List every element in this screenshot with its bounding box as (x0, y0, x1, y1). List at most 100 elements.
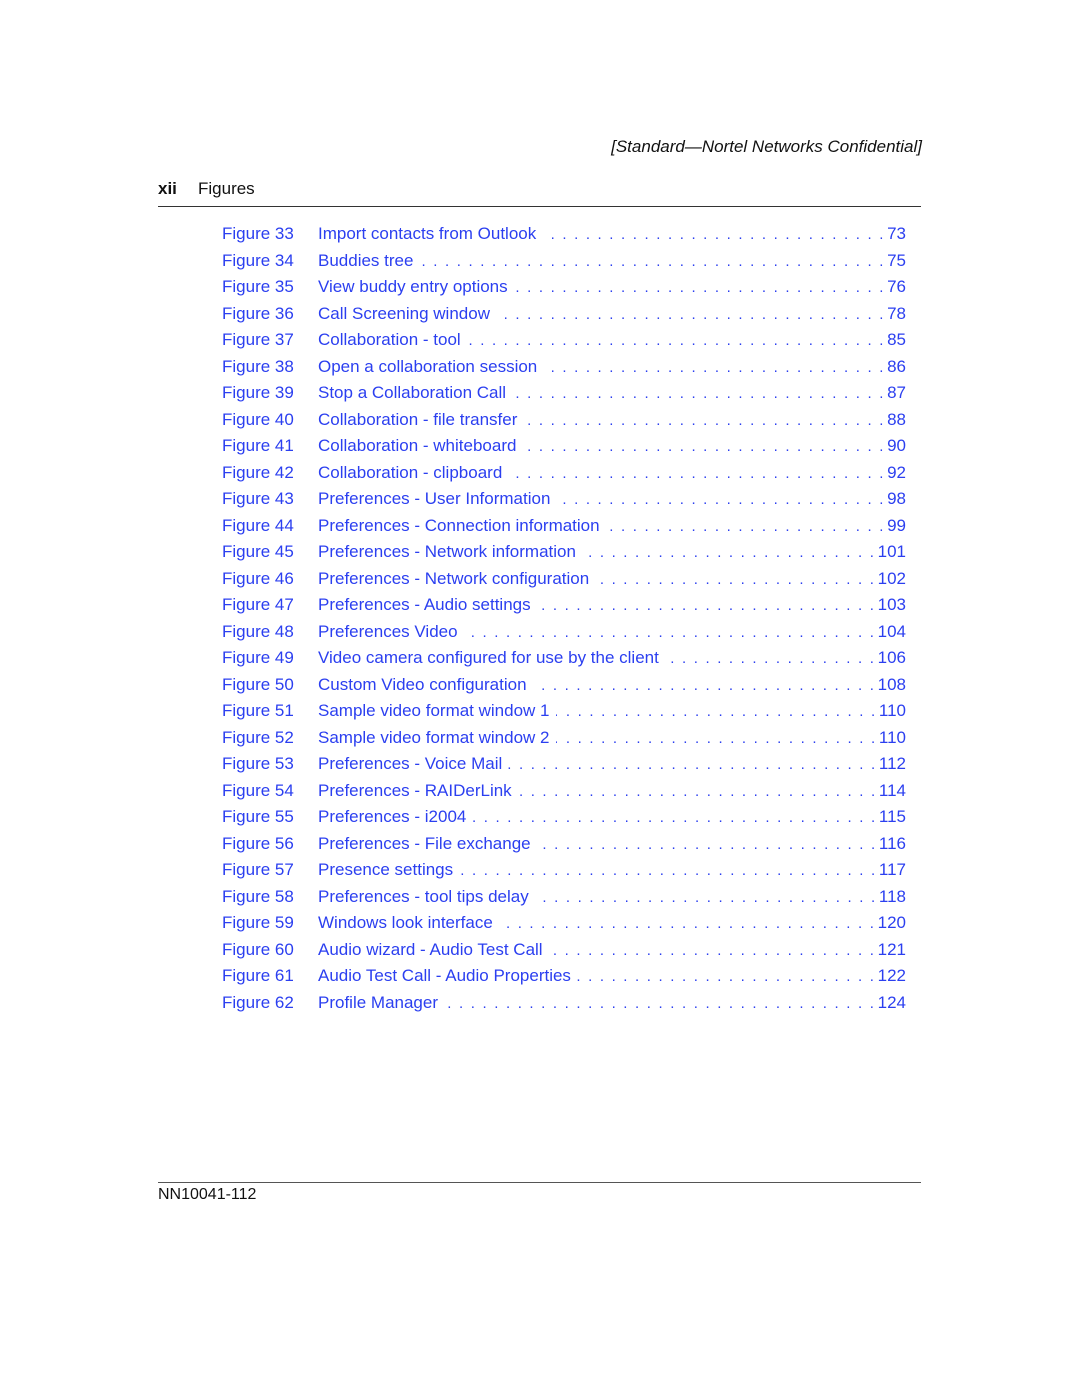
figure-title[interactable]: Preferences - Voice Mail (318, 754, 502, 774)
figure-number[interactable]: Figure 36 (222, 304, 318, 324)
figure-title[interactable]: Preferences - Network information (318, 542, 576, 562)
figure-title[interactable]: Preferences Video (318, 622, 458, 642)
figure-number[interactable]: Figure 56 (222, 834, 318, 854)
figure-title[interactable]: Call Screening window (318, 304, 490, 324)
figure-number[interactable]: Figure 62 (222, 993, 318, 1013)
figure-title[interactable]: Custom Video configuration (318, 675, 527, 695)
page-reference[interactable]: 124 (878, 993, 906, 1013)
page-reference[interactable]: 103 (878, 595, 906, 615)
figure-number[interactable]: Figure 60 (222, 940, 318, 960)
page-reference[interactable]: 88 (887, 410, 906, 430)
figure-number[interactable]: Figure 33 (222, 224, 318, 244)
figure-number[interactable]: Figure 42 (222, 463, 318, 483)
page-reference[interactable]: 108 (878, 675, 906, 695)
figure-number[interactable]: Figure 46 (222, 569, 318, 589)
page-reference[interactable]: 75 (887, 251, 906, 271)
toc-entry[interactable]: Figure 38 Open a collaboration session 8… (222, 357, 906, 384)
page-reference[interactable]: 106 (878, 648, 906, 668)
toc-entry[interactable]: Figure 45 Preferences - Network informat… (222, 542, 906, 569)
figure-number[interactable]: Figure 55 (222, 807, 318, 827)
figure-number[interactable]: Figure 45 (222, 542, 318, 562)
page-reference[interactable]: 122 (878, 966, 906, 986)
figure-number[interactable]: Figure 53 (222, 754, 318, 774)
toc-entry[interactable]: Figure 34 Buddies tree 75 (222, 251, 906, 278)
toc-entry[interactable]: Figure 47 Preferences - Audio settings 1… (222, 595, 906, 622)
page-reference[interactable]: 92 (887, 463, 906, 483)
page-reference[interactable]: 87 (887, 383, 906, 403)
page-reference[interactable]: 98 (887, 489, 906, 509)
figure-title[interactable]: Preferences - Connection information (318, 516, 600, 536)
toc-entry[interactable]: Figure 41 Collaboration - whiteboard 90 (222, 436, 906, 463)
figure-title[interactable]: Windows look interface (318, 913, 493, 933)
page-reference[interactable]: 115 (879, 807, 906, 827)
toc-entry[interactable]: Figure 48 Preferences Video 104 (222, 622, 906, 649)
figure-title[interactable]: Audio wizard - Audio Test Call (318, 940, 543, 960)
figure-number[interactable]: Figure 54 (222, 781, 318, 801)
toc-entry[interactable]: Figure 46 Preferences - Network configur… (222, 569, 906, 596)
page-reference[interactable]: 101 (878, 542, 906, 562)
figure-number[interactable]: Figure 39 (222, 383, 318, 403)
page-reference[interactable]: 118 (879, 887, 906, 907)
figure-title[interactable]: Collaboration - whiteboard (318, 436, 516, 456)
figure-number[interactable]: Figure 48 (222, 622, 318, 642)
toc-entry[interactable]: Figure 57 Presence settings 117 (222, 860, 906, 887)
figure-number[interactable]: Figure 57 (222, 860, 318, 880)
page-reference[interactable]: 99 (887, 516, 906, 536)
toc-entry[interactable]: Figure 51 Sample video format window 1 1… (222, 701, 906, 728)
page-reference[interactable]: 85 (887, 330, 906, 350)
page-reference[interactable]: 78 (887, 304, 906, 324)
page-reference[interactable]: 110 (879, 701, 906, 721)
page-reference[interactable]: 90 (887, 436, 906, 456)
figure-title[interactable]: Preferences - User Information (318, 489, 550, 509)
toc-entry[interactable]: Figure 56 Preferences - File exchange 11… (222, 834, 906, 861)
figure-title[interactable]: Preferences - File exchange (318, 834, 531, 854)
toc-entry[interactable]: Figure 52 Sample video format window 2 1… (222, 728, 906, 755)
figure-title[interactable]: Preferences - i2004 (318, 807, 466, 827)
toc-entry[interactable]: Figure 54 Preferences - RAIDerLink 114 (222, 781, 906, 808)
page-reference[interactable]: 112 (879, 754, 906, 774)
figure-number[interactable]: Figure 50 (222, 675, 318, 695)
toc-entry[interactable]: Figure 53 Preferences - Voice Mail 112 (222, 754, 906, 781)
figure-number[interactable]: Figure 34 (222, 251, 318, 271)
figure-title[interactable]: Preferences - tool tips delay (318, 887, 529, 907)
toc-entry[interactable]: Figure 60 Audio wizard - Audio Test Call… (222, 940, 906, 967)
figure-title[interactable]: Open a collaboration session (318, 357, 537, 377)
figure-title[interactable]: Preferences - Audio settings (318, 595, 531, 615)
figure-number[interactable]: Figure 35 (222, 277, 318, 297)
figure-title[interactable]: Collaboration - file transfer (318, 410, 517, 430)
figure-title[interactable]: Video camera configured for use by the c… (318, 648, 659, 668)
toc-entry[interactable]: Figure 40 Collaboration - file transfer … (222, 410, 906, 437)
toc-entry[interactable]: Figure 50 Custom Video configuration 108 (222, 675, 906, 702)
figure-title[interactable]: Sample video format window 2 (318, 728, 550, 748)
figure-title[interactable]: Stop a Collaboration Call (318, 383, 506, 403)
toc-entry[interactable]: Figure 62 Profile Manager 124 (222, 993, 906, 1020)
toc-entry[interactable]: Figure 37 Collaboration - tool 85 (222, 330, 906, 357)
toc-entry[interactable]: Figure 36 Call Screening window 78 (222, 304, 906, 331)
page-reference[interactable]: 121 (878, 940, 906, 960)
figure-title[interactable]: Collaboration - clipboard (318, 463, 502, 483)
figure-title[interactable]: Presence settings (318, 860, 453, 880)
figure-title[interactable]: View buddy entry options (318, 277, 508, 297)
figure-title[interactable]: Sample video format window 1 (318, 701, 550, 721)
figure-number[interactable]: Figure 58 (222, 887, 318, 907)
figure-number[interactable]: Figure 47 (222, 595, 318, 615)
page-reference[interactable]: 110 (879, 728, 906, 748)
toc-entry[interactable]: Figure 44 Preferences - Connection infor… (222, 516, 906, 543)
toc-entry[interactable]: Figure 58 Preferences - tool tips delay … (222, 887, 906, 914)
figure-number[interactable]: Figure 37 (222, 330, 318, 350)
figure-number[interactable]: Figure 61 (222, 966, 318, 986)
toc-entry[interactable]: Figure 59 Windows look interface 120 (222, 913, 906, 940)
figure-number[interactable]: Figure 40 (222, 410, 318, 430)
toc-entry[interactable]: Figure 42 Collaboration - clipboard 92 (222, 463, 906, 490)
toc-entry[interactable]: Figure 55 Preferences - i2004 115 (222, 807, 906, 834)
figure-number[interactable]: Figure 51 (222, 701, 318, 721)
figure-title[interactable]: Profile Manager (318, 993, 438, 1013)
figure-title[interactable]: Buddies tree (318, 251, 413, 271)
figure-title[interactable]: Preferences - Network configuration (318, 569, 589, 589)
page-reference[interactable]: 102 (878, 569, 906, 589)
page-reference[interactable]: 73 (887, 224, 906, 244)
figure-number[interactable]: Figure 41 (222, 436, 318, 456)
figure-number[interactable]: Figure 52 (222, 728, 318, 748)
figure-title[interactable]: Preferences - RAIDerLink (318, 781, 512, 801)
toc-entry[interactable]: Figure 33 Import contacts from Outlook 7… (222, 224, 906, 251)
